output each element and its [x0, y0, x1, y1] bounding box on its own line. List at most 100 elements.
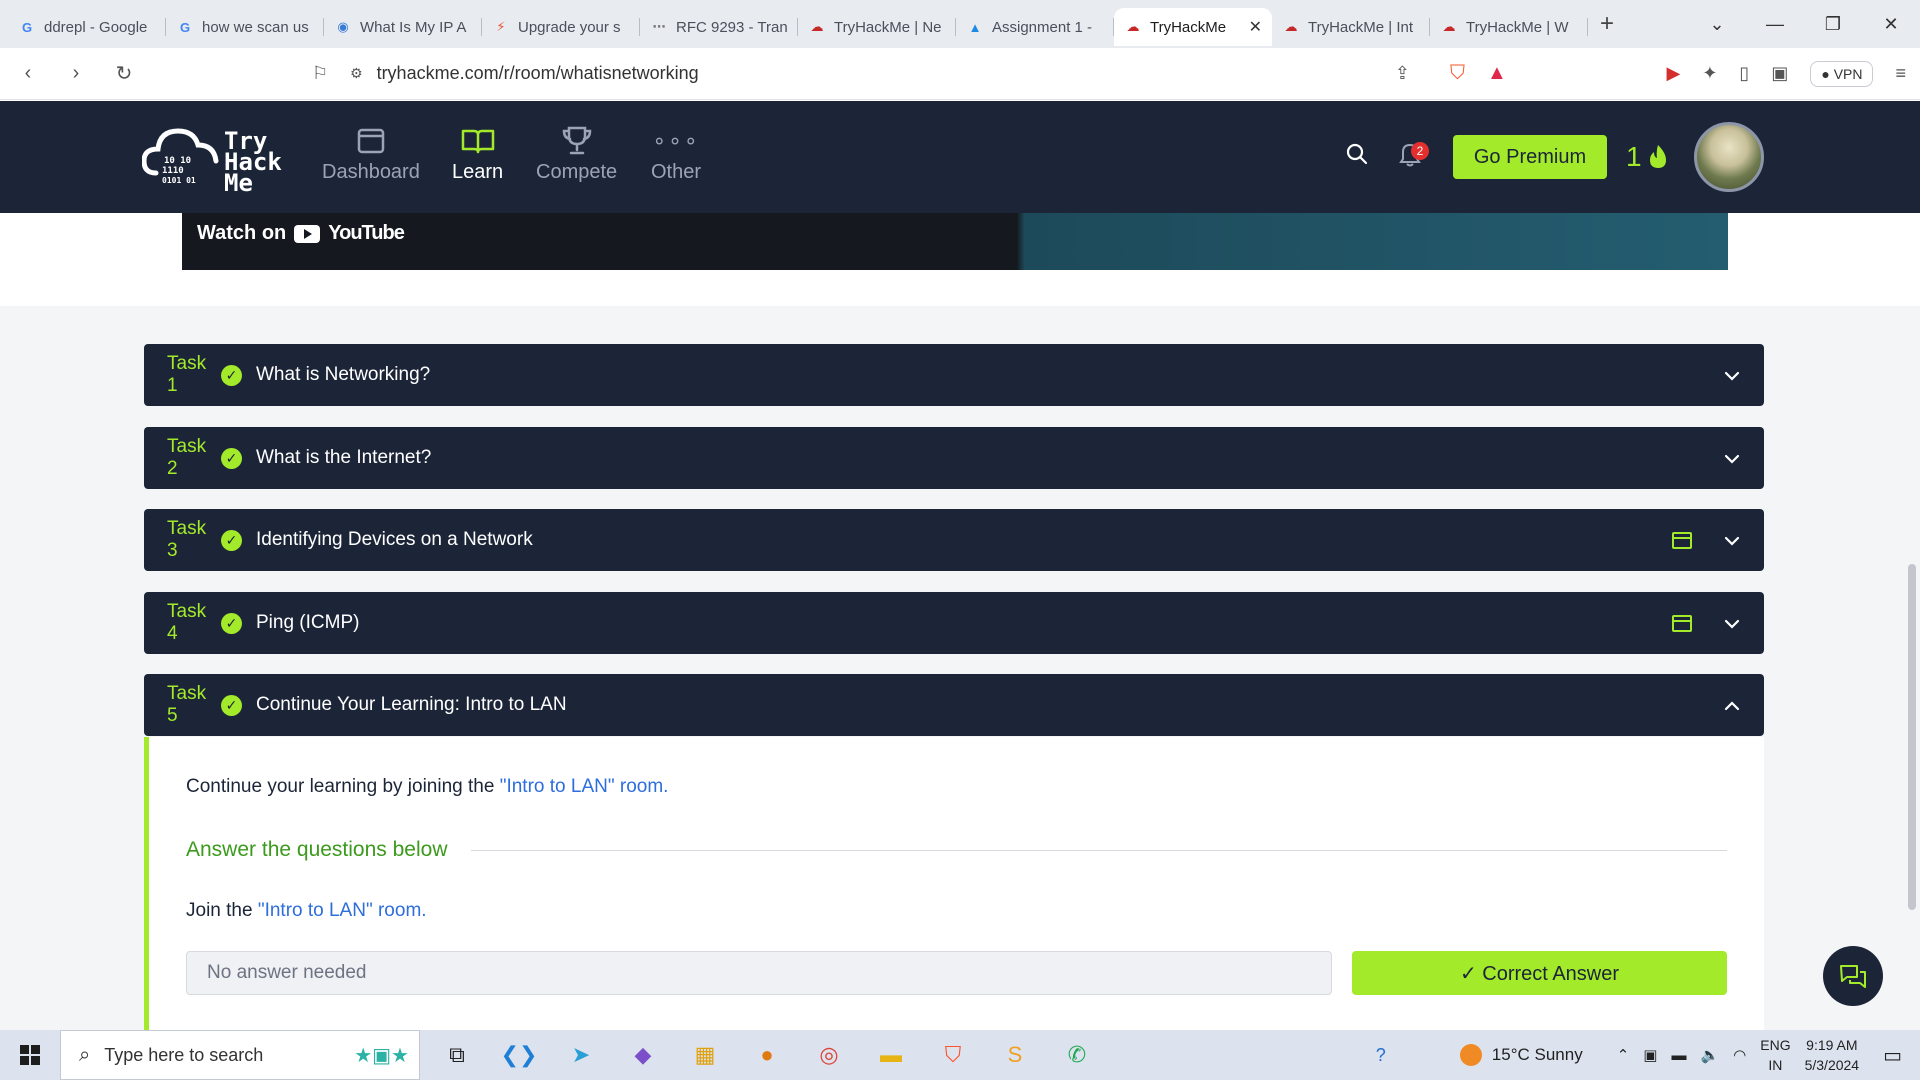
- tab-favicon-icon: G: [179, 19, 191, 35]
- meet-icon[interactable]: ▣: [1643, 1046, 1657, 1064]
- nav-compete[interactable]: Compete: [536, 121, 617, 184]
- browser-actions: ▶ ✦ ▯ ▣ ● VPN ≡: [1666, 60, 1906, 87]
- wifi-icon[interactable]: ◠: [1733, 1046, 1746, 1064]
- share-icon[interactable]: ⇪: [1395, 63, 1410, 84]
- browser-tab[interactable]: ◉ What Is My IP A: [324, 8, 482, 46]
- brave-shields: ⛉ ▲: [1450, 62, 1507, 85]
- browser-tab[interactable]: ☁ TryHackMe | W: [1430, 8, 1588, 46]
- chevron-down-icon[interactable]: [1722, 365, 1742, 386]
- chevron-up-icon[interactable]: [1722, 695, 1742, 716]
- task-5-intro: Continue your learning by joining the "I…: [186, 776, 668, 798]
- tab-title: how we scan us: [202, 18, 309, 36]
- search-placeholder: Type here to search: [104, 1044, 264, 1065]
- task-header-3[interactable]: Task 3 ✓ Identifying Devices on a Network: [144, 509, 1764, 571]
- chevron-down-icon[interactable]: [1722, 613, 1742, 634]
- brave-icon[interactable]: ⛉: [936, 1038, 970, 1072]
- flame-icon: [1649, 145, 1666, 168]
- browser-tab[interactable]: ☁ TryHackMe | Ne: [798, 8, 956, 46]
- dashboard-icon: [357, 121, 385, 161]
- weather-text: 15°C Sunny: [1491, 1045, 1583, 1064]
- chevron-down-icon[interactable]: [1722, 530, 1742, 551]
- brave-rewards-icon[interactable]: ▲: [1487, 62, 1507, 85]
- system-tray: ? 15°C Sunny ⌃ ▣ ▬ 🔈 ◠ ENG IN 9:19 AM 5/…: [1376, 1030, 1920, 1080]
- video-player[interactable]: [182, 213, 1728, 270]
- weather-widget[interactable]: 15°C Sunny: [1459, 1044, 1583, 1066]
- task-header-2[interactable]: Task 2 ✓ What is the Internet?: [144, 427, 1764, 489]
- volume-icon[interactable]: 🔈: [1700, 1046, 1719, 1064]
- start-button[interactable]: [0, 1045, 60, 1065]
- language-indicator[interactable]: ENG IN: [1760, 1035, 1790, 1075]
- battery-icon[interactable]: ▬: [1671, 1047, 1686, 1064]
- correct-answer-button[interactable]: ✓ Correct Answer: [1352, 951, 1727, 995]
- vpn-icon[interactable]: ●: [750, 1038, 784, 1072]
- question-link[interactable]: "Intro to LAN" room.: [258, 900, 427, 921]
- calendar-icon[interactable]: [1672, 531, 1692, 549]
- telegram-icon[interactable]: ➤: [564, 1038, 598, 1072]
- streak-counter[interactable]: 1: [1626, 141, 1670, 173]
- brave-shield-icon[interactable]: ⛉: [1450, 62, 1465, 85]
- check-circle-icon: ✓: [221, 694, 242, 716]
- back-icon[interactable]: ‹: [8, 62, 48, 85]
- watch-label: Watch on: [197, 222, 287, 244]
- site-settings-icon[interactable]: ⚙: [350, 65, 363, 82]
- vpn-button[interactable]: ● VPN: [1810, 60, 1874, 87]
- tab-search-icon[interactable]: ⌄: [1688, 14, 1746, 35]
- taskbar-search[interactable]: ⌕ Type here to search ★▣★: [60, 1030, 420, 1080]
- sublime-icon[interactable]: S: [998, 1038, 1032, 1072]
- url-field[interactable]: ⚙ tryhackme.com/r/room/whatisnetworking …: [350, 56, 1410, 92]
- restore-icon[interactable]: ❐: [1804, 14, 1862, 35]
- task-header-5[interactable]: Task 5 ✓ Continue Your Learning: Intro to …: [144, 674, 1764, 736]
- vscode-icon[interactable]: ❮❯: [501, 1038, 538, 1072]
- clock[interactable]: 9:19 AM 5/3/2024: [1805, 1035, 1860, 1075]
- tryhackme-logo[interactable]: 10 10 1110 0101 01 Try Hack Me: [141, 117, 292, 197]
- browser-tab[interactable]: ⚡ Upgrade your s: [482, 8, 640, 46]
- chat-button[interactable]: [1823, 946, 1883, 1006]
- task-view-icon[interactable]: ⧉: [440, 1038, 474, 1072]
- task-header-4[interactable]: Task 4 ✓ Ping (ICMP): [144, 592, 1764, 654]
- forward-icon[interactable]: ›: [56, 62, 96, 85]
- help-icon[interactable]: ?: [1376, 1045, 1386, 1066]
- watch-on-youtube[interactable]: Watch on YouTube: [197, 222, 405, 245]
- browser-tab[interactable]: ⋯ RFC 9293 - Tran: [640, 8, 798, 46]
- sidebar-icon[interactable]: ▯: [1739, 63, 1749, 84]
- nav-other[interactable]: ∘∘∘ Other: [651, 121, 701, 184]
- notifications-icon[interactable]: ▭: [1883, 1043, 1902, 1068]
- url-text[interactable]: tryhackme.com/r/room/whatisnetworking: [377, 63, 699, 84]
- go-premium-button[interactable]: Go Premium: [1453, 135, 1607, 179]
- extensions-icon[interactable]: ✦: [1702, 63, 1717, 84]
- whatsapp-icon[interactable]: ✆: [1060, 1038, 1094, 1072]
- browser-tab[interactable]: Ghow we scan us: [166, 8, 324, 46]
- user-avatar[interactable]: [1694, 122, 1764, 192]
- scrollbar-thumb[interactable]: [1908, 564, 1916, 910]
- answer-input[interactable]: [186, 951, 1332, 995]
- tray-overflow-icon[interactable]: ⌃: [1617, 1046, 1630, 1064]
- windows-icon: [20, 1045, 40, 1065]
- browser-tab[interactable]: ▲ Assignment 1 -: [956, 8, 1114, 46]
- search-icon[interactable]: [1346, 143, 1368, 171]
- browser-tab[interactable]: Gddrepl - Google: [8, 8, 166, 46]
- bookmark-icon[interactable]: ⚐: [312, 63, 328, 84]
- minimize-icon[interactable]: —: [1746, 14, 1804, 35]
- media-icon[interactable]: ▶: [1666, 63, 1680, 84]
- explorer-icon[interactable]: ▬: [874, 1038, 908, 1072]
- logo-wordmark: Try Hack Me: [224, 129, 282, 195]
- calendar-icon[interactable]: [1672, 614, 1692, 632]
- close-window-icon[interactable]: ✕: [1862, 14, 1920, 35]
- visual-studio-icon[interactable]: ◆: [626, 1038, 660, 1072]
- tool-icon[interactable]: ▦: [688, 1038, 722, 1072]
- wallet-icon[interactable]: ▣: [1771, 63, 1788, 84]
- browser-tab[interactable]: ☁ TryHackMe ✕: [1114, 8, 1272, 46]
- tab-close-icon[interactable]: ✕: [1249, 17, 1262, 37]
- intro-to-lan-link[interactable]: "Intro to LAN" room.: [500, 776, 669, 797]
- check-circle-icon: ✓: [221, 612, 242, 634]
- chevron-down-icon[interactable]: [1722, 448, 1742, 469]
- chrome-icon[interactable]: ◎: [812, 1038, 846, 1072]
- nav-learn[interactable]: Learn: [452, 121, 503, 184]
- browser-tab[interactable]: ☁ TryHackMe | Int: [1272, 8, 1430, 46]
- nav-dashboard[interactable]: Dashboard: [322, 121, 420, 184]
- trophy-icon: [561, 121, 593, 161]
- new-tab-icon[interactable]: +: [1600, 10, 1614, 38]
- task-header-1[interactable]: Task 1 ✓ What is Networking?: [144, 344, 1764, 406]
- reload-icon[interactable]: ↻: [104, 61, 144, 86]
- menu-icon[interactable]: ≡: [1895, 63, 1906, 84]
